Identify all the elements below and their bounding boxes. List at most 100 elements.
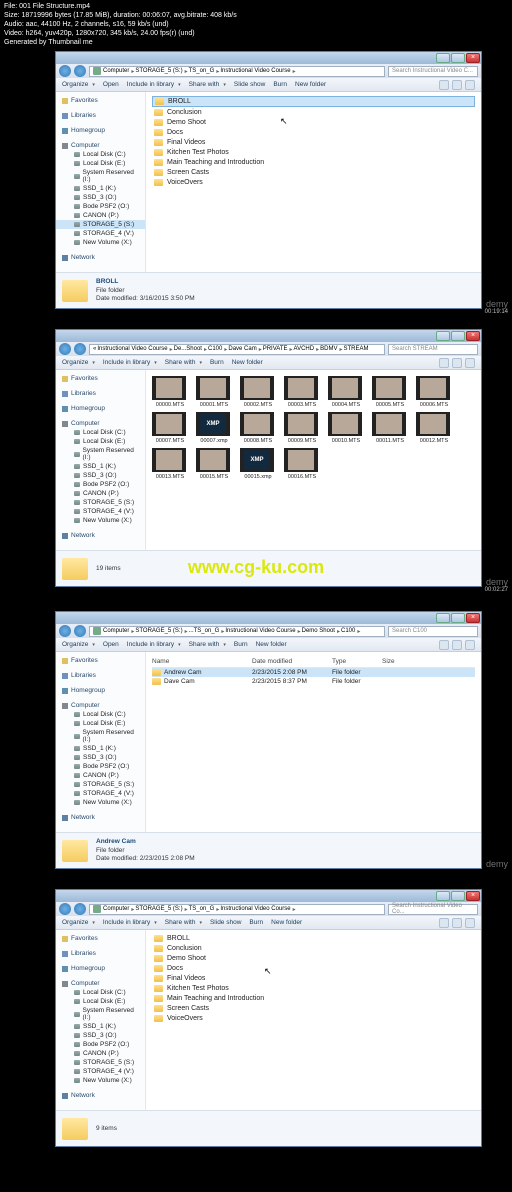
sidebar-drive[interactable]: Local Disk (E:) bbox=[56, 997, 145, 1006]
sidebar-drive[interactable]: STORAGE_5 (S:) bbox=[56, 780, 145, 789]
forward-button[interactable] bbox=[74, 903, 86, 915]
sidebar-drive[interactable]: Local Disk (C:) bbox=[56, 150, 145, 159]
folder-item[interactable]: Conclusion bbox=[152, 108, 475, 117]
include-menu[interactable]: Include in library bbox=[127, 641, 181, 648]
folder-item[interactable]: Final Videos bbox=[152, 974, 475, 983]
sidebar-drive[interactable]: System Reserved (I:) bbox=[56, 446, 145, 462]
sidebar-drive[interactable]: SSD_1 (K:) bbox=[56, 184, 145, 193]
sidebar-drive[interactable]: SSD_1 (K:) bbox=[56, 744, 145, 753]
video-thumbnail[interactable]: 00002.MTS bbox=[240, 376, 276, 408]
share-menu[interactable]: Share with bbox=[165, 359, 202, 366]
sidebar-drive[interactable]: System Reserved (I:) bbox=[56, 168, 145, 184]
sidebar-drive[interactable]: System Reserved (I:) bbox=[56, 1006, 145, 1022]
sidebar-drive[interactable]: CANON (P:) bbox=[56, 1049, 145, 1058]
sidebar-drive[interactable]: CANON (P:) bbox=[56, 771, 145, 780]
sidebar-drive[interactable]: SSD_3 (O:) bbox=[56, 193, 145, 202]
video-thumbnail[interactable]: 00009.MTS bbox=[284, 412, 320, 444]
help-icon[interactable] bbox=[465, 918, 475, 928]
search-input[interactable]: Search Instructional Video C... bbox=[388, 66, 478, 77]
video-thumbnail[interactable]: XMP00015.xmp bbox=[240, 448, 276, 480]
sidebar-favorites[interactable]: Favorites bbox=[56, 656, 145, 665]
include-menu[interactable]: Include in library bbox=[127, 81, 181, 88]
folder-item[interactable]: Conclusion bbox=[152, 944, 475, 953]
sidebar-computer[interactable]: Computer bbox=[56, 701, 145, 710]
video-thumbnail[interactable]: 00010.MTS bbox=[328, 412, 364, 444]
preview-icon[interactable] bbox=[452, 80, 462, 90]
sidebar-drive[interactable]: STORAGE_4 (V:) bbox=[56, 507, 145, 516]
sidebar-drive[interactable]: New Volume (X:) bbox=[56, 798, 145, 807]
folder-item[interactable]: Main Teaching and Introduction bbox=[152, 158, 475, 167]
forward-button[interactable] bbox=[74, 343, 86, 355]
folder-item[interactable]: Demo Shoot bbox=[152, 954, 475, 963]
include-menu[interactable]: Include in library bbox=[103, 919, 157, 926]
breadcrumb[interactable]: « Instructional Video Course▸ De...Shoot… bbox=[89, 344, 385, 355]
sidebar-drive[interactable]: CANON (P:) bbox=[56, 489, 145, 498]
sidebar-drive[interactable]: SSD_3 (O:) bbox=[56, 1031, 145, 1040]
maximize-button[interactable] bbox=[451, 891, 465, 901]
sidebar-drive[interactable]: Local Disk (E:) bbox=[56, 159, 145, 168]
slideshow-button[interactable]: Slide show bbox=[210, 919, 241, 926]
video-thumbnail[interactable]: 00015.MTS bbox=[196, 448, 232, 480]
help-icon[interactable] bbox=[465, 358, 475, 368]
burn-button[interactable]: Burn bbox=[249, 919, 263, 926]
folder-item[interactable]: Demo Shoot bbox=[152, 118, 475, 127]
video-thumbnail[interactable]: 00011.MTS bbox=[372, 412, 408, 444]
video-thumbnail[interactable]: 00000.MTS bbox=[152, 376, 188, 408]
video-thumbnail[interactable]: 00004.MTS bbox=[328, 376, 364, 408]
help-icon[interactable] bbox=[465, 640, 475, 650]
video-thumbnail[interactable]: 00016.MTS bbox=[284, 448, 320, 480]
video-thumbnail[interactable]: 00003.MTS bbox=[284, 376, 320, 408]
organize-menu[interactable]: Organize bbox=[62, 919, 95, 926]
sidebar-computer[interactable]: Computer bbox=[56, 419, 145, 428]
share-menu[interactable]: Share with bbox=[189, 81, 226, 88]
close-button[interactable]: × bbox=[466, 53, 480, 63]
folder-item[interactable]: Screen Casts bbox=[152, 168, 475, 177]
folder-item[interactable]: BROLL bbox=[152, 96, 475, 107]
folder-item[interactable]: VoiceOvers bbox=[152, 1014, 475, 1023]
folder-item[interactable]: Final Videos bbox=[152, 138, 475, 147]
maximize-button[interactable] bbox=[451, 53, 465, 63]
sidebar-drive[interactable]: STORAGE_5 (S:) bbox=[56, 498, 145, 507]
sidebar-drive[interactable]: SSD_3 (O:) bbox=[56, 471, 145, 480]
breadcrumb[interactable]: Computer▸ STORAGE_5 (S:)▸ TS_on_G▸ Instr… bbox=[89, 66, 385, 77]
newfolder-button[interactable]: New folder bbox=[271, 919, 302, 926]
sidebar-libraries[interactable]: Libraries bbox=[56, 949, 145, 958]
sidebar-libraries[interactable]: Libraries bbox=[56, 389, 145, 398]
sidebar-drive[interactable]: STORAGE_4 (V:) bbox=[56, 229, 145, 238]
maximize-button[interactable] bbox=[451, 331, 465, 341]
sidebar-computer[interactable]: Computer bbox=[56, 141, 145, 150]
organize-menu[interactable]: Organize bbox=[62, 81, 95, 88]
sidebar-favorites[interactable]: Favorites bbox=[56, 96, 145, 105]
folder-item[interactable]: Kitchen Test Photos bbox=[152, 984, 475, 993]
sidebar-favorites[interactable]: Favorites bbox=[56, 934, 145, 943]
preview-icon[interactable] bbox=[452, 640, 462, 650]
open-button[interactable]: Open bbox=[103, 81, 119, 88]
newfolder-button[interactable]: New folder bbox=[295, 81, 326, 88]
close-button[interactable]: × bbox=[466, 613, 480, 623]
sidebar-drive[interactable]: Bode PSF2 (O:) bbox=[56, 202, 145, 211]
view-icon[interactable] bbox=[439, 80, 449, 90]
newfolder-button[interactable]: New folder bbox=[232, 359, 263, 366]
sidebar-homegroup[interactable]: Homegroup bbox=[56, 686, 145, 695]
folder-item[interactable]: Kitchen Test Photos bbox=[152, 148, 475, 157]
sidebar-homegroup[interactable]: Homegroup bbox=[56, 964, 145, 973]
sidebar-drive[interactable]: STORAGE_4 (V:) bbox=[56, 1067, 145, 1076]
video-thumbnail[interactable]: 00012.MTS bbox=[416, 412, 452, 444]
breadcrumb[interactable]: Computer▸ STORAGE_5 (S:)▸ ...TS_on_G▸ In… bbox=[89, 626, 385, 637]
sidebar-network[interactable]: Network bbox=[56, 253, 145, 262]
organize-menu[interactable]: Organize bbox=[62, 641, 95, 648]
folder-item[interactable]: Docs bbox=[152, 128, 475, 137]
folder-item[interactable]: VoiceOvers bbox=[152, 178, 475, 187]
burn-button[interactable]: Burn bbox=[273, 81, 287, 88]
share-menu[interactable]: Share with bbox=[165, 919, 202, 926]
video-thumbnail[interactable]: 00008.MTS bbox=[240, 412, 276, 444]
video-thumbnail[interactable]: 00005.MTS bbox=[372, 376, 408, 408]
search-input[interactable]: Search Instructional Video Co... bbox=[388, 904, 478, 915]
preview-icon[interactable] bbox=[452, 918, 462, 928]
sidebar-drive[interactable]: Bode PSF2 (O:) bbox=[56, 480, 145, 489]
sidebar-drive[interactable]: SSD_3 (O:) bbox=[56, 753, 145, 762]
sidebar-drive[interactable]: New Volume (X:) bbox=[56, 238, 145, 247]
sidebar-drive[interactable]: Local Disk (E:) bbox=[56, 719, 145, 728]
sidebar-homegroup[interactable]: Homegroup bbox=[56, 126, 145, 135]
back-button[interactable] bbox=[59, 65, 71, 77]
